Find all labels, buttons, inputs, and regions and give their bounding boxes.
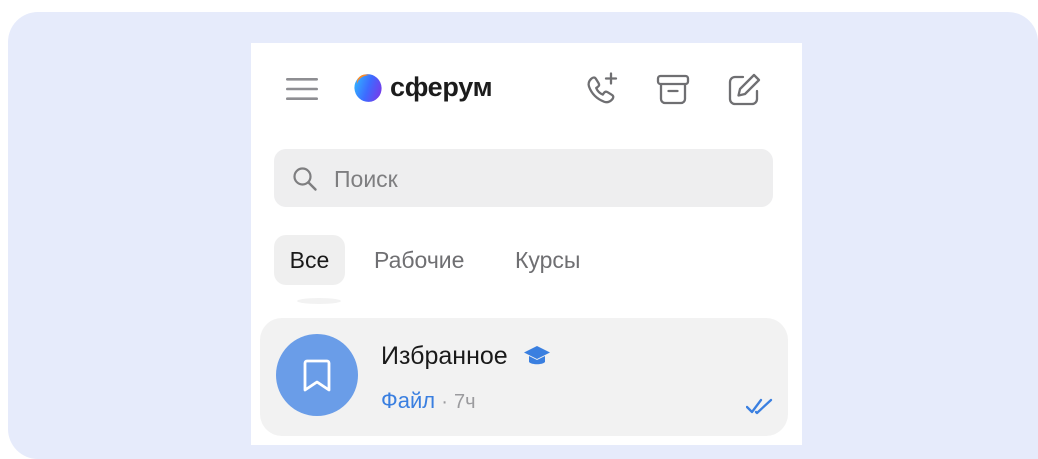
scroll-shadow: [297, 298, 341, 304]
chat-list-item[interactable]: Избранное Файл · 7ч: [260, 318, 788, 436]
search-input[interactable]: Поиск: [274, 149, 773, 207]
graduation-cap-icon: [523, 343, 551, 369]
search-icon: [292, 166, 318, 192]
avatar: [276, 334, 358, 416]
message-time: 7ч: [454, 391, 476, 413]
double-check-icon: [745, 396, 774, 416]
app-logo: сферум: [351, 71, 493, 104]
archive-box-icon[interactable]: [654, 71, 692, 109]
phone-plus-icon[interactable]: [582, 71, 620, 109]
tab-all[interactable]: Все: [274, 235, 345, 285]
compose-edit-icon[interactable]: [725, 71, 763, 109]
tab-work[interactable]: Рабочие: [374, 235, 464, 285]
preview-separator: ·: [441, 391, 448, 413]
chat-preview: Файл · 7ч: [381, 388, 476, 414]
logo-text: сферум: [390, 72, 493, 102]
preview-file-label: Файл: [381, 388, 436, 413]
logo-mark-icon: [354, 74, 382, 102]
search-placeholder: Поиск: [334, 166, 398, 192]
hamburger-menu-icon[interactable]: [286, 76, 318, 102]
tab-courses[interactable]: Курсы: [515, 235, 580, 285]
messenger-panel: сферум Поиск Все Рабочие Курсы Избранное…: [251, 43, 802, 445]
chat-title: Избранное: [381, 342, 508, 370]
bookmark-icon: [303, 359, 331, 392]
